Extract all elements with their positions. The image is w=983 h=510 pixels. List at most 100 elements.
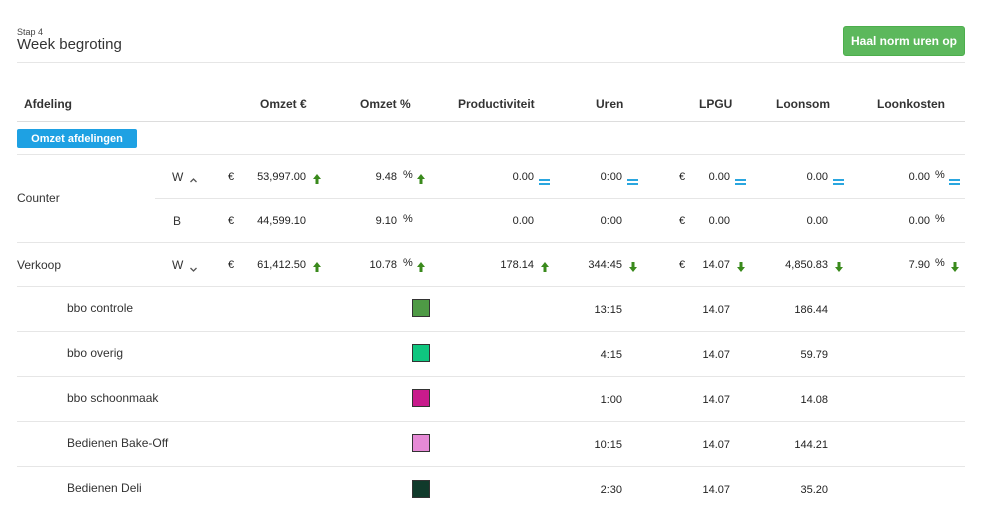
omzet-pct-value: 10.78 (369, 259, 397, 271)
arrow-up-icon (417, 171, 425, 189)
euro-symbol: € (679, 171, 686, 183)
color-swatch[interactable] (412, 480, 430, 498)
arrow-down-icon (629, 259, 637, 277)
loonsom-value: 144.21 (794, 439, 828, 451)
uren-value: 13:15 (594, 304, 622, 316)
lpgu-value: 14.07 (702, 259, 730, 271)
omzet-afdelingen-button[interactable]: Omzet afdelingen (17, 129, 137, 148)
lpgu-value: 0.00 (708, 215, 730, 227)
chevron-up-icon[interactable] (189, 172, 198, 190)
loonsom-value: 0.00 (806, 171, 828, 183)
lpgu-value: 14.07 (702, 439, 730, 451)
euro-symbol: € (228, 259, 235, 271)
lpgu-value: 0.00 (708, 171, 730, 183)
omzet-pct-value: 9.10 (375, 215, 397, 227)
loonsom-value: 0.00 (806, 215, 828, 227)
divider (17, 62, 965, 63)
productiviteit-value: 0.00 (512, 171, 534, 183)
loonsom-value: 59.79 (800, 349, 828, 361)
arrow-up-icon (313, 171, 321, 189)
equal-icon (539, 173, 550, 191)
divider (17, 421, 965, 422)
row-name-verkoop: Verkoop (17, 258, 62, 272)
equal-icon (735, 173, 746, 191)
divider (17, 331, 965, 332)
col-omzet: Omzet € (260, 97, 307, 111)
col-omzet-pct: Omzet % (360, 97, 411, 111)
arrow-up-icon (417, 259, 425, 277)
uren-value: 1:00 (600, 394, 622, 406)
percent-symbol: % (403, 213, 413, 225)
lpgu-value: 14.07 (702, 304, 730, 316)
loonkosten-value: 0.00 (908, 215, 930, 227)
color-swatch[interactable] (412, 434, 430, 452)
col-lpgu: LPGU (699, 97, 733, 111)
percent-symbol: % (403, 257, 413, 269)
loonsom-value: 186.44 (794, 304, 828, 316)
loonsom-value: 35.20 (800, 484, 828, 496)
row-code: B (173, 214, 182, 228)
color-swatch[interactable] (412, 344, 430, 362)
loonkosten-value: 7.90 (908, 259, 930, 271)
uren-value: 2:30 (600, 484, 622, 496)
sub-row-name: Bedienen Deli (67, 481, 142, 495)
color-swatch[interactable] (412, 299, 430, 317)
col-afdeling: Afdeling (24, 97, 72, 111)
arrow-down-icon (835, 259, 843, 277)
lpgu-value: 14.07 (702, 484, 730, 496)
color-swatch[interactable] (412, 389, 430, 407)
lpgu-value: 14.07 (702, 394, 730, 406)
loonsom-value: 14.08 (800, 394, 828, 406)
uren-value: 4:15 (600, 349, 622, 361)
percent-symbol: % (403, 169, 413, 181)
sub-row-name: bbo overig (67, 346, 124, 360)
arrow-up-icon (313, 259, 321, 277)
sub-row-name: bbo controle (67, 301, 134, 315)
productiviteit-value: 178.14 (500, 259, 534, 271)
divider (155, 198, 965, 199)
lpgu-value: 14.07 (702, 349, 730, 361)
col-productiviteit: Productiviteit (458, 97, 535, 111)
loonkosten-value: 0.00 (908, 171, 930, 183)
percent-symbol: % (935, 213, 945, 225)
omzet-value: 53,997.00 (257, 171, 306, 183)
equal-icon (949, 173, 960, 191)
row-code: W (172, 170, 184, 184)
euro-symbol: € (228, 171, 235, 183)
sub-row-name: Bedienen Bake-Off (67, 436, 169, 450)
col-loonkosten: Loonkosten (877, 97, 945, 111)
uren-value: 10:15 (594, 439, 622, 451)
divider (17, 376, 965, 377)
productiviteit-value: 0.00 (512, 215, 534, 227)
euro-symbol: € (679, 259, 686, 271)
divider (17, 242, 965, 243)
uren-value: 344:45 (588, 259, 622, 271)
sub-row-name: bbo schoonmaak (67, 391, 159, 405)
page-title: Week begroting (17, 36, 122, 53)
arrow-up-icon (541, 259, 549, 277)
uren-value: 0:00 (600, 171, 622, 183)
uren-value: 0:00 (600, 215, 622, 227)
arrow-down-icon (951, 259, 959, 277)
omzet-value: 61,412.50 (257, 259, 306, 271)
row-code: W (172, 258, 184, 272)
omzet-value: 44,599.10 (257, 215, 306, 227)
euro-symbol: € (679, 215, 686, 227)
divider (17, 154, 965, 155)
col-uren: Uren (596, 97, 624, 111)
divider (17, 286, 965, 287)
euro-symbol: € (228, 215, 235, 227)
equal-icon (627, 173, 638, 191)
equal-icon (833, 173, 844, 191)
percent-symbol: % (935, 169, 945, 181)
arrow-down-icon (737, 259, 745, 277)
divider (17, 466, 965, 467)
haal-norm-uren-button[interactable]: Haal norm uren op (843, 26, 965, 56)
chevron-down-icon[interactable] (189, 261, 198, 279)
row-name-counter: Counter (17, 191, 60, 205)
col-loonsom: Loonsom (776, 97, 830, 111)
percent-symbol: % (935, 257, 945, 269)
loonsom-value: 4,850.83 (785, 259, 828, 271)
header-divider (17, 121, 965, 122)
omzet-pct-value: 9.48 (375, 171, 397, 183)
